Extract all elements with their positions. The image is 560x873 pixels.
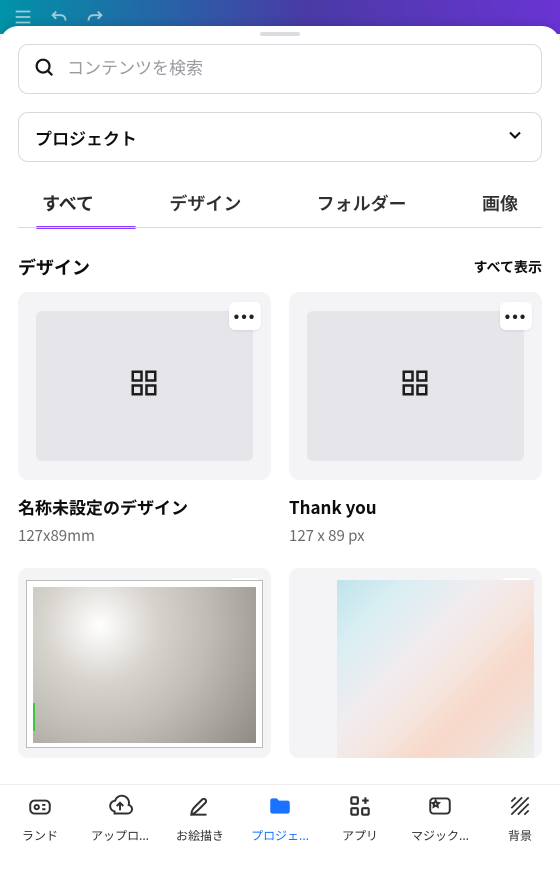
- tab-folder[interactable]: フォルダー: [317, 190, 407, 228]
- card-more-button[interactable]: •••: [500, 302, 532, 330]
- see-all-link[interactable]: すべて表示: [474, 257, 542, 277]
- design-caption: Thank you 127 x 89 px: [289, 494, 542, 546]
- upload-icon: [107, 793, 133, 823]
- grid-icon: [400, 368, 430, 403]
- thumbnail-stars: [26, 580, 263, 748]
- design-card[interactable]: •••: [289, 292, 542, 480]
- design-title: 名称未設定のデザイン: [18, 494, 271, 519]
- project-selector-label: プロジェクト: [35, 125, 137, 150]
- drag-handle[interactable]: [260, 32, 300, 36]
- tabs: すべて デザイン フォルダー 画像: [18, 190, 542, 228]
- undo-icon: [48, 6, 70, 28]
- nav-magic[interactable]: マジック...: [400, 793, 480, 844]
- grid-icon: [129, 368, 159, 403]
- hatch-icon: [507, 793, 533, 823]
- search-input[interactable]: [65, 58, 527, 80]
- menu-icon: [12, 6, 34, 28]
- card-more-button[interactable]: •••: [229, 302, 261, 330]
- search-input-wrap[interactable]: [18, 44, 542, 94]
- design-caption: 名称未設定のデザイン 127x89mm: [18, 494, 271, 546]
- thumbnail-pastel: [337, 580, 534, 758]
- apps-icon: [347, 793, 373, 823]
- nav-draw[interactable]: お絵描き: [160, 793, 240, 844]
- tab-all[interactable]: すべて: [42, 190, 94, 228]
- project-selector[interactable]: プロジェクト: [18, 112, 542, 162]
- nav-upload[interactable]: アップロ...: [80, 793, 160, 844]
- nav-apps[interactable]: アプリ: [320, 793, 400, 844]
- nav-project[interactable]: プロジェ...: [240, 793, 320, 844]
- section-header: デザイン すべて表示: [0, 254, 560, 280]
- tab-image[interactable]: 画像: [482, 190, 518, 228]
- design-subtitle: 127 x 89 px: [289, 525, 542, 546]
- section-title: デザイン: [18, 254, 90, 280]
- tab-design[interactable]: デザイン: [169, 190, 241, 228]
- design-title: Thank you: [289, 494, 542, 519]
- nav-background[interactable]: 背景: [480, 793, 560, 844]
- brand-icon: [27, 793, 53, 823]
- magic-icon: [427, 793, 453, 823]
- chevron-down-icon: [505, 125, 525, 150]
- redo-icon: [84, 6, 106, 28]
- bottom-nav: ランド アップロ... お絵描き プロジェ... アプリ マジック... 背景: [0, 784, 560, 873]
- nav-brand[interactable]: ランド: [0, 793, 80, 844]
- draw-icon: [187, 793, 213, 823]
- design-card[interactable]: •••: [18, 292, 271, 480]
- bottom-sheet: プロジェクト すべて デザイン フォルダー 画像 デザイン すべて表示 ••• …: [0, 26, 560, 873]
- design-card[interactable]: •••: [289, 568, 542, 758]
- search-icon: [33, 56, 55, 83]
- folder-icon: [267, 793, 293, 823]
- design-subtitle: 127x89mm: [18, 525, 271, 546]
- design-card[interactable]: •••: [18, 568, 271, 758]
